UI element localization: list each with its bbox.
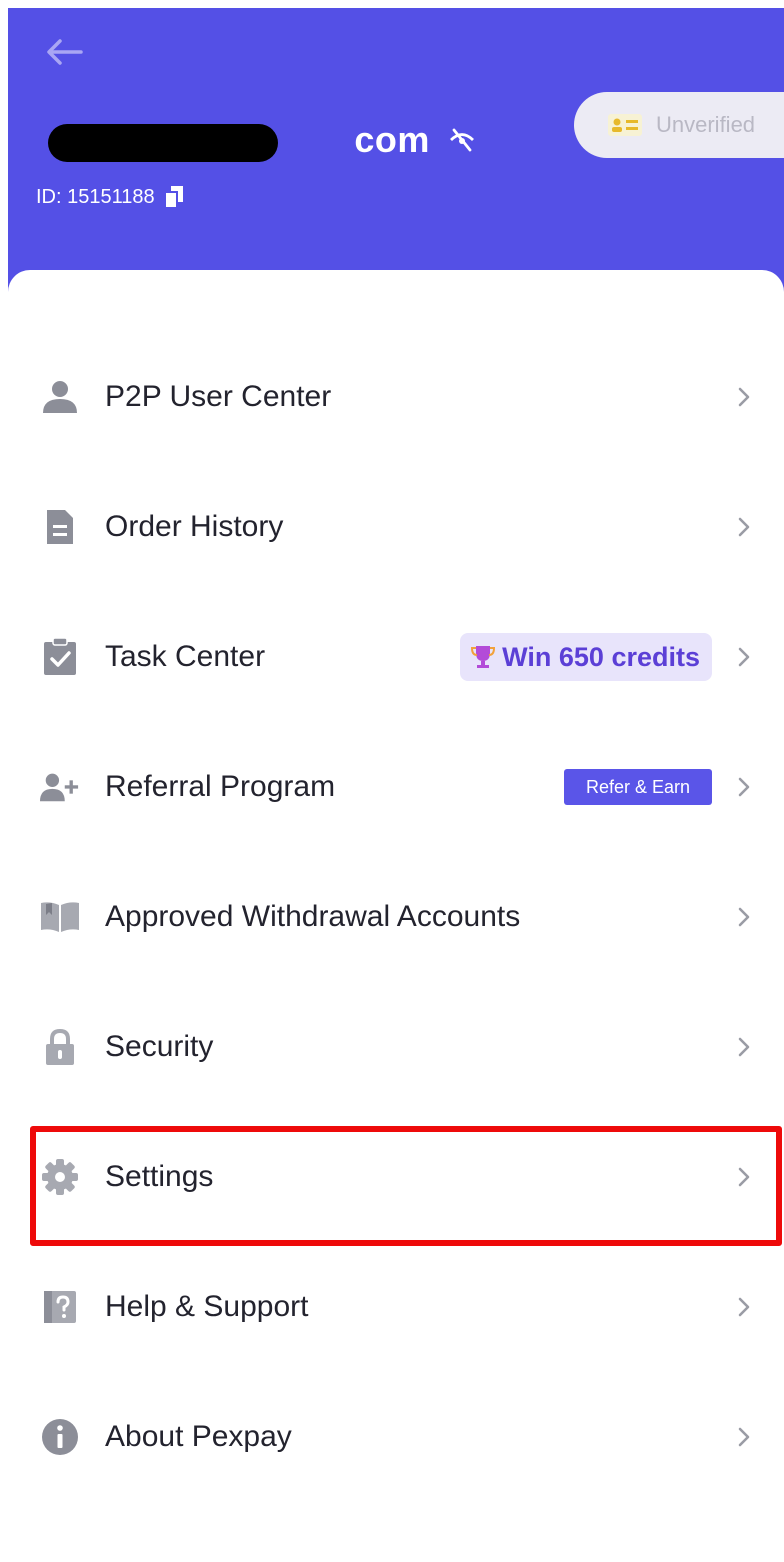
user-plus-icon [40, 767, 80, 807]
user-id: ID: 15151188 [36, 185, 155, 208]
menu-item-label: Order History [105, 510, 284, 543]
chevron-right-icon [732, 642, 756, 672]
info-icon [40, 1417, 80, 1457]
chevron-right-icon [732, 512, 756, 542]
menu-item-label: Help & Support [105, 1290, 309, 1323]
menu-item-p2p-user-center[interactable]: P2P User Center [8, 332, 784, 462]
menu-item-about-pexpay[interactable]: About Pexpay [8, 1372, 784, 1502]
menu-item-order-history[interactable]: Order History [8, 462, 784, 592]
book-icon [40, 897, 80, 937]
menu-item-label: Approved Withdrawal Accounts [105, 900, 521, 933]
menu-item-task-center[interactable]: Task Center Win 650 credits [8, 592, 784, 722]
trophy-icon [470, 644, 496, 670]
menu-item-label: About Pexpay [105, 1420, 292, 1453]
lock-icon [40, 1027, 80, 1067]
user-icon [40, 377, 80, 417]
email-suffix: com [354, 119, 430, 160]
gear-icon [40, 1157, 80, 1197]
chevron-right-icon [732, 1032, 756, 1062]
verification-status-button[interactable]: Unverified [574, 92, 784, 158]
menu-item-settings[interactable]: Settings [8, 1112, 784, 1242]
menu-item-label: Task Center [105, 640, 266, 673]
copy-id-button[interactable] [161, 184, 187, 210]
clipboard-check-icon [40, 637, 80, 677]
menu-item-security[interactable]: Security [8, 982, 784, 1112]
chevron-right-icon [732, 382, 756, 412]
menu-item-referral-program[interactable]: Referral Program Refer & Earn [8, 722, 784, 852]
menu-item-approved-withdrawal-accounts[interactable]: Approved Withdrawal Accounts [8, 852, 784, 982]
user-id-row: ID: 15151188 [36, 184, 187, 210]
email-display: lxxxxxxxxxxxxxxxcom [36, 119, 430, 162]
chevron-right-icon [732, 1422, 756, 1452]
back-button[interactable] [40, 30, 88, 74]
menu-item-label: Referral Program [105, 770, 336, 803]
page: lxxxxxxxxxxxxxxxcom ID: 15151188 [0, 0, 784, 1562]
menu-card: P2P User Center Order History Task Cente… [8, 270, 784, 1562]
win-credits-label: Win 650 credits [502, 641, 700, 672]
menu-item-label: P2P User Center [105, 380, 332, 413]
id-card-icon [608, 114, 642, 136]
chevron-right-icon [732, 1162, 756, 1192]
refer-earn-badge[interactable]: Refer & Earn [564, 769, 712, 805]
win-credits-badge[interactable]: Win 650 credits [460, 633, 712, 681]
menu-item-label: Security [105, 1030, 214, 1063]
chevron-right-icon [732, 902, 756, 932]
document-icon [40, 507, 80, 547]
profile-header: lxxxxxxxxxxxxxxxcom ID: 15151188 [8, 8, 784, 308]
arrow-left-icon [47, 39, 83, 65]
copy-icon [163, 186, 183, 209]
eye-slash-icon [449, 128, 474, 152]
chevron-right-icon [732, 772, 756, 802]
menu-list: P2P User Center Order History Task Cente… [8, 332, 784, 1502]
email-redaction [48, 124, 278, 162]
menu-item-label: Settings [105, 1160, 214, 1193]
verification-status-label: Unverified [656, 112, 756, 137]
email-row: lxxxxxxxxxxxxxxxcom [36, 114, 476, 166]
menu-item-help-support[interactable]: Help & Support [8, 1242, 784, 1372]
chevron-right-icon [732, 1292, 756, 1322]
hide-email-button[interactable] [448, 126, 476, 154]
help-icon [40, 1287, 80, 1327]
